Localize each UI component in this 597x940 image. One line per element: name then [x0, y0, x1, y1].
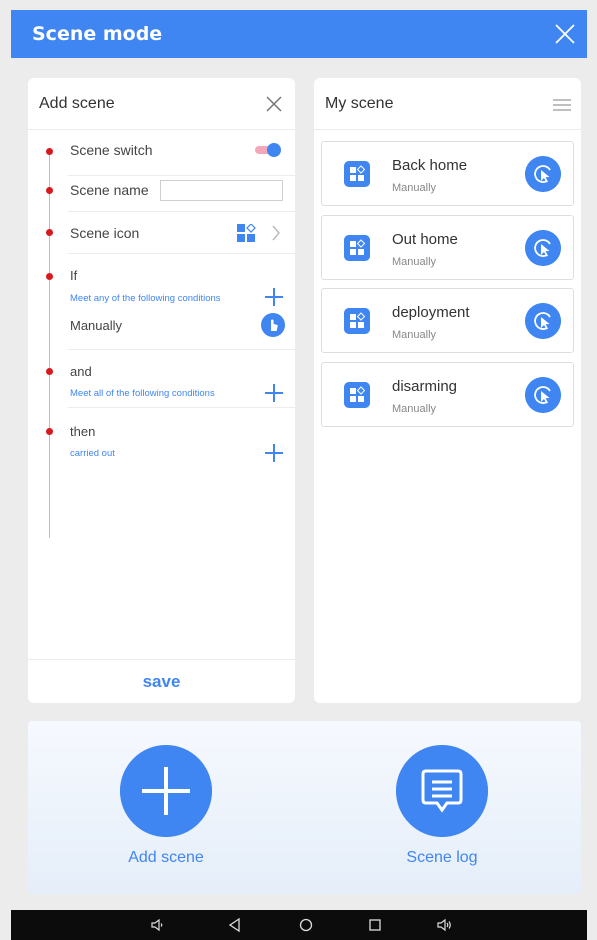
scene-switch-toggle[interactable]	[255, 143, 281, 157]
scene-icon	[237, 224, 256, 242]
volume-up-icon[interactable]	[437, 917, 453, 933]
scene-name-row: Scene name	[28, 176, 295, 212]
then-action-hint: carried out	[70, 448, 115, 459]
scene-name: Out home	[392, 231, 458, 248]
scene-switch-label: Scene switch	[70, 142, 153, 158]
cursor-click-icon[interactable]	[525, 230, 561, 266]
timeline-dot	[46, 273, 53, 280]
bottom-actions: Add scene Scene log	[28, 721, 581, 894]
page-title: Scene mode	[32, 23, 163, 45]
close-icon[interactable]	[553, 22, 577, 46]
scene-card[interactable]: deployment Manually	[321, 288, 574, 353]
add-action-button[interactable]	[265, 444, 283, 462]
save-button[interactable]: save	[28, 659, 295, 703]
volume-down-icon[interactable]	[150, 917, 166, 933]
home-icon[interactable]	[298, 917, 314, 933]
scene-name: deployment	[392, 304, 470, 321]
timeline-dot	[46, 187, 53, 194]
and-label: and	[70, 364, 92, 379]
toggle-knob	[267, 143, 281, 157]
scene-log-label: Scene log	[406, 849, 478, 866]
close-icon[interactable]	[265, 95, 283, 113]
scene-icon	[344, 235, 370, 261]
scene-name-label: Scene name	[70, 182, 149, 198]
timeline-dot	[46, 428, 53, 435]
scene-name: disarming	[392, 378, 458, 395]
timeline-dot	[46, 229, 53, 236]
add-scene-button[interactable]	[120, 745, 212, 837]
if-condition-hint: Meet any of the following conditions	[70, 293, 221, 304]
scene-icon	[344, 161, 370, 187]
scene-icon-row[interactable]: Scene icon	[28, 212, 295, 254]
back-icon[interactable]	[227, 917, 243, 933]
my-scene-title: My scene	[325, 94, 394, 112]
if-row: If Meet any of the following conditions …	[28, 254, 295, 350]
add-scene-panel: Add scene Scene switch Scene name Scene …	[28, 78, 295, 703]
add-scene-title: Add scene	[39, 94, 115, 112]
scene-name: Back home	[392, 157, 468, 174]
scene-log-button[interactable]	[396, 745, 488, 837]
scene-mode: Manually	[392, 403, 437, 415]
scene-switch-row: Scene switch	[28, 138, 295, 176]
chevron-right-icon	[272, 225, 280, 241]
add-and-condition-button[interactable]	[265, 384, 283, 402]
if-label: If	[70, 268, 78, 283]
cursor-click-icon[interactable]	[525, 156, 561, 192]
scene-card[interactable]: Back home Manually	[321, 141, 574, 206]
add-scene-header: Add scene	[28, 78, 295, 130]
add-condition-button[interactable]	[265, 288, 283, 306]
timeline-dot	[46, 368, 53, 375]
scene-icon	[344, 308, 370, 334]
scene-mode: Manually	[392, 256, 437, 268]
add-scene-label: Add scene	[128, 849, 204, 866]
cursor-click-icon[interactable]	[525, 377, 561, 413]
and-condition-hint: Meet all of the following conditions	[70, 388, 215, 399]
scene-mode: Manually	[392, 329, 437, 341]
my-scene-panel: My scene Back home Manually Out home Man…	[314, 78, 581, 703]
scene-card[interactable]: Out home Manually	[321, 215, 574, 280]
menu-icon[interactable]	[553, 98, 571, 112]
scene-mode: Manually	[392, 182, 437, 194]
recents-icon[interactable]	[367, 917, 383, 933]
system-nav-bar	[11, 910, 587, 940]
cursor-click-icon[interactable]	[525, 303, 561, 339]
scene-card[interactable]: disarming Manually	[321, 362, 574, 427]
timeline-dot	[46, 148, 53, 155]
then-label: then	[70, 424, 96, 439]
scene-icon	[344, 382, 370, 408]
then-row: then carried out	[28, 408, 295, 468]
save-label: save	[142, 671, 181, 691]
scene-icon-label: Scene icon	[70, 225, 140, 241]
hand-pointer-icon[interactable]	[261, 313, 285, 337]
scene-name-input[interactable]	[160, 180, 283, 201]
top-bar: Scene mode	[11, 10, 587, 58]
my-scene-header: My scene	[314, 78, 581, 130]
if-condition-value: Manually	[70, 318, 123, 333]
and-row: and Meet all of the following conditions	[28, 350, 295, 408]
